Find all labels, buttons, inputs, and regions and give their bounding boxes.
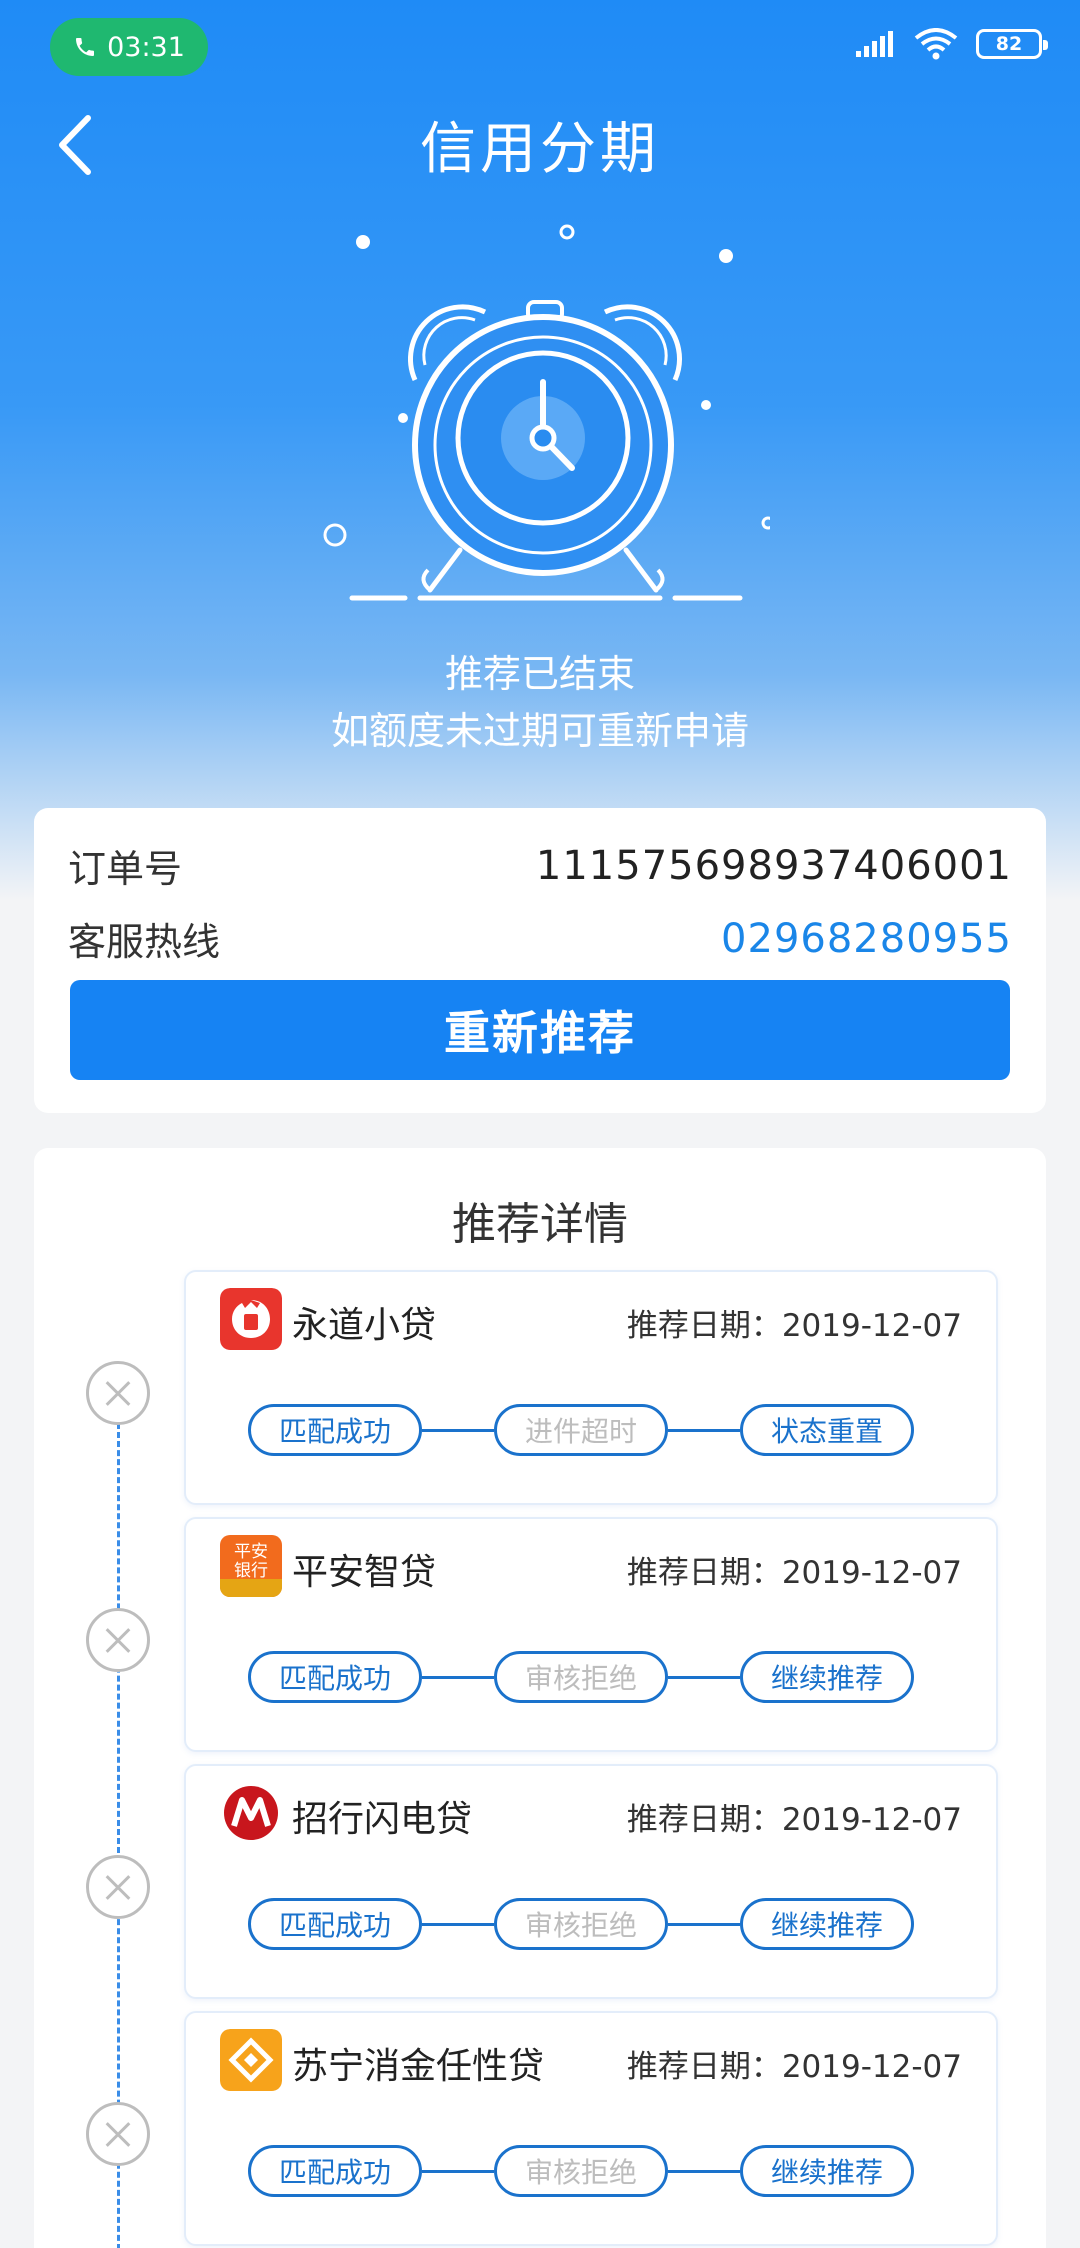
close-icon[interactable] <box>86 2102 150 2166</box>
close-icon[interactable] <box>86 1608 150 1672</box>
step-connector <box>668 2169 740 2173</box>
step-continue[interactable]: 继续推荐 <box>740 2145 914 2197</box>
yongdao-logo <box>220 1288 282 1350</box>
details-title: 推荐详情 <box>452 1199 628 1250</box>
recommend-date: 推荐日期：2019-12-07 <box>626 1555 962 1591</box>
step-connector <box>422 1428 494 1432</box>
step-matched: 匹配成功 <box>248 1898 422 1950</box>
step-rejected: 审核拒绝 <box>494 2145 668 2197</box>
suning-logo <box>220 2029 282 2091</box>
list-item[interactable]: 永道小贷 推荐日期：2019-12-07 匹配成功 进件超时 状态重置 <box>184 1270 998 1505</box>
list-item[interactable]: 招行闪电贷 推荐日期：2019-12-07 匹配成功 审核拒绝 继续推荐 <box>184 1764 998 1999</box>
hotline-row: 客服热线 02968280955 <box>68 911 1012 966</box>
step-connector <box>668 1428 740 1432</box>
progress-steps: 匹配成功 进件超时 状态重置 <box>248 1404 914 1456</box>
step-matched: 匹配成功 <box>248 2145 422 2197</box>
close-icon[interactable] <box>86 1361 150 1425</box>
step-matched: 匹配成功 <box>248 1404 422 1456</box>
recommend-date: 推荐日期：2019-12-07 <box>626 1308 962 1344</box>
step-connector <box>422 1922 494 1926</box>
result-subtitle: 如额度未过期可重新申请 <box>330 709 749 753</box>
order-number-row: 订单号 111575698937406001 <box>68 838 1012 893</box>
battery-level: 82 <box>995 33 1023 55</box>
recommend-date: 推荐日期：2019-12-07 <box>626 2049 962 2085</box>
order-number-label: 订单号 <box>68 847 183 891</box>
step-rejected: 审核拒绝 <box>494 1898 668 1950</box>
step-connector <box>668 1675 740 1679</box>
pingan-logo-text-2: 银行 <box>234 1561 268 1581</box>
order-info-card: 订单号 111575698937406001 客服热线 02968280955 … <box>34 808 1046 1113</box>
result-title: 推荐已结束 <box>444 652 635 696</box>
signal-icon <box>856 31 893 57</box>
step-matched: 匹配成功 <box>248 1651 422 1703</box>
progress-steps: 匹配成功 审核拒绝 继续推荐 <box>248 2145 914 2197</box>
list-item[interactable]: 苏宁消金任性贷 推荐日期：2019-12-07 匹配成功 审核拒绝 继续推荐 <box>184 2011 998 2246</box>
step-continue[interactable]: 继续推荐 <box>740 1651 914 1703</box>
step-timeout: 进件超时 <box>494 1404 668 1456</box>
page-title: 信用分期 <box>420 117 660 182</box>
ongoing-call-indicator[interactable]: 03:31 <box>50 18 208 76</box>
pingan-bank-logo: 平安 银行 <box>220 1535 282 1597</box>
recommend-again-button[interactable]: 重新推荐 <box>70 980 1010 1080</box>
alarm-clock-illustration <box>323 224 770 601</box>
cmb-logo <box>224 1786 278 1840</box>
progress-steps: 匹配成功 审核拒绝 继续推荐 <box>248 1898 914 1950</box>
list-item[interactable]: 平安 银行 平安智贷 推荐日期：2019-12-07 匹配成功 审核拒绝 继续推… <box>184 1517 998 1752</box>
close-icon[interactable] <box>86 1855 150 1919</box>
status-time: 03:31 <box>107 31 185 63</box>
lender-name: 平安智贷 <box>292 1552 437 1593</box>
progress-steps: 匹配成功 审核拒绝 继续推荐 <box>248 1651 914 1703</box>
step-rejected: 审核拒绝 <box>494 1651 668 1703</box>
step-reset[interactable]: 状态重置 <box>740 1404 914 1456</box>
lender-name: 永道小贷 <box>292 1305 437 1346</box>
status-icons: 82 <box>854 28 1048 60</box>
wifi-icon <box>914 28 958 60</box>
step-connector <box>422 1675 494 1679</box>
lender-name: 招行闪电贷 <box>292 1799 473 1840</box>
step-continue[interactable]: 继续推荐 <box>740 1898 914 1950</box>
phone-icon <box>76 38 95 56</box>
battery-icon: 82 <box>976 29 1048 59</box>
hotline-label: 客服热线 <box>68 920 221 964</box>
step-connector <box>422 2169 494 2173</box>
recommend-date: 推荐日期：2019-12-07 <box>626 1802 962 1838</box>
pingan-logo-text-1: 平安 <box>234 1542 268 1562</box>
step-connector <box>668 1922 740 1926</box>
order-number-value: 111575698937406001 <box>535 842 1012 889</box>
hotline-number-link[interactable]: 02968280955 <box>721 916 1012 962</box>
recommendation-details-card: 推荐详情 永道小贷 推荐日期：2019-12-07 匹配成功 进件超时 状态重置… <box>34 1148 1046 2248</box>
lender-name: 苏宁消金任性贷 <box>292 2046 545 2087</box>
